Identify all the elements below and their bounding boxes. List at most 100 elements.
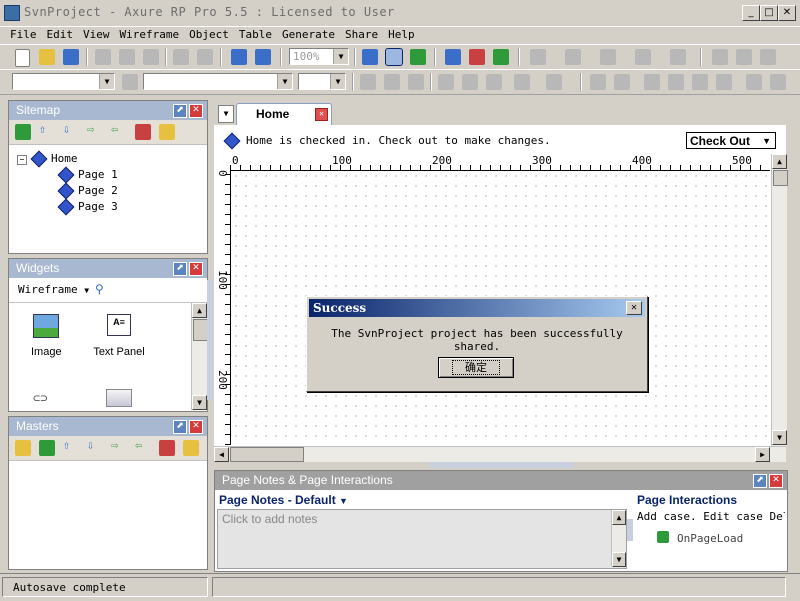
close-panel-icon[interactable]: ✕ (189, 104, 203, 118)
order-icon[interactable] (692, 74, 708, 90)
style-select[interactable]: ▼ (12, 73, 115, 90)
cut-icon[interactable] (95, 49, 111, 65)
dialog-ok-button[interactable]: 确定 (438, 357, 514, 378)
menu-wireframe[interactable]: Wireframe (115, 26, 185, 44)
maximize-button[interactable]: □ (760, 5, 778, 21)
menu-object[interactable]: Object (184, 26, 234, 44)
generate-icon[interactable] (255, 49, 271, 65)
bring-front-icon[interactable] (445, 49, 461, 65)
hyperlink-widget-icon[interactable]: ⊂⊃ (33, 391, 47, 405)
binoculars-icon[interactable]: ⚲ (95, 282, 104, 296)
send-back-icon[interactable] (469, 49, 485, 65)
scroll-right-icon[interactable]: ▶ (755, 447, 770, 462)
italic-icon[interactable] (384, 74, 400, 90)
notes-textarea[interactable]: Click to add notes ▲ ▼ (217, 509, 627, 569)
lock-icon[interactable] (746, 74, 762, 90)
connector-icon[interactable] (410, 49, 426, 65)
indent-icon[interactable]: ⇨ (111, 438, 127, 454)
widget-library-select[interactable]: Wireframe ▼ (18, 283, 89, 296)
fill-color-icon[interactable] (530, 49, 546, 65)
scroll-up-icon[interactable]: ▲ (612, 510, 626, 525)
menu-share[interactable]: Share (340, 26, 383, 44)
scroll-thumb[interactable] (230, 447, 304, 462)
text-color-icon[interactable] (546, 74, 562, 90)
close-panel-icon[interactable]: ✕ (189, 420, 203, 434)
menu-help[interactable]: Help (383, 26, 420, 44)
add-master-icon[interactable] (39, 440, 55, 456)
open-folder-icon[interactable] (39, 49, 55, 65)
distribute-icon[interactable] (614, 74, 630, 90)
scroll-up-icon[interactable]: ▲ (192, 303, 207, 318)
outdent-icon[interactable]: ⇦ (111, 122, 127, 138)
close-tab-icon[interactable]: ✕ (315, 108, 328, 121)
menu-edit[interactable]: Edit (42, 26, 79, 44)
notes-scrollbar[interactable]: ▲ ▼ (611, 510, 626, 567)
align-left-icon[interactable] (438, 74, 454, 90)
splitter-handle[interactable] (627, 519, 633, 541)
arrow-style-icon[interactable] (670, 49, 686, 65)
folder-icon[interactable] (15, 440, 31, 456)
canvas-hscroll[interactable]: ◀ ▶ (214, 446, 786, 462)
redo-icon[interactable] (197, 49, 213, 65)
dialog-close-icon[interactable]: ✕ (626, 301, 642, 315)
menu-view[interactable]: View (78, 26, 115, 44)
scroll-down-icon[interactable]: ▼ (612, 552, 626, 567)
tree-page[interactable]: Page 1 (57, 166, 118, 184)
tab-list-dropdown[interactable]: ▼ (218, 105, 234, 123)
layout-icon[interactable] (712, 49, 728, 65)
widgets-scrollbar[interactable]: ▲ ▼ (191, 303, 208, 410)
float-panel-icon[interactable]: ⬈ (173, 420, 187, 434)
scroll-down-icon[interactable]: ▼ (192, 395, 207, 410)
canvas-vscroll[interactable]: ▲ ▼ (771, 154, 788, 446)
select-intersect-icon[interactable] (362, 49, 378, 65)
align-objects-icon[interactable] (590, 74, 606, 90)
font-size-select[interactable]: ▼ (298, 73, 346, 90)
scroll-left-icon[interactable]: ◀ (214, 447, 229, 462)
scroll-down-icon[interactable]: ▼ (772, 430, 787, 445)
tree-page[interactable]: Page 2 (57, 182, 118, 200)
tree-page[interactable]: Page 3 (57, 198, 118, 216)
publish-icon[interactable] (231, 49, 247, 65)
interactions-links[interactable]: Add case. Edit case Delet (637, 510, 785, 523)
move-down-icon[interactable]: ⇩ (87, 438, 103, 454)
move-up-icon[interactable]: ⇧ (39, 122, 55, 138)
scroll-up-icon[interactable]: ▲ (772, 154, 787, 169)
line-color-icon[interactable] (565, 49, 581, 65)
onpageload-event[interactable]: OnPageLoad (677, 532, 743, 545)
order-icon[interactable] (668, 74, 684, 90)
move-up-icon[interactable]: ⇧ (63, 438, 79, 454)
align-center-icon[interactable] (462, 74, 478, 90)
font-family-select[interactable]: ▼ (143, 73, 293, 90)
collapse-icon[interactable]: − (17, 155, 27, 165)
order-icon[interactable] (644, 74, 660, 90)
edit-master-icon[interactable] (183, 440, 199, 456)
delete-master-icon[interactable] (159, 440, 175, 456)
splitter-handle[interactable] (430, 462, 574, 468)
layout-icon[interactable] (760, 49, 776, 65)
notes-field-select[interactable]: Page Notes - Default ▼ (219, 493, 348, 507)
menu-table[interactable]: Table (234, 26, 277, 44)
format-painter-icon[interactable] (122, 74, 138, 90)
float-panel-icon[interactable]: ⬈ (173, 104, 187, 118)
minimize-button[interactable]: _ (742, 5, 760, 21)
align-right-icon[interactable] (486, 74, 502, 90)
new-file-icon[interactable] (15, 49, 30, 67)
bullets-icon[interactable] (514, 74, 530, 90)
zoom-select[interactable]: 100% ▼ (289, 48, 349, 65)
copy-icon[interactable] (119, 49, 135, 65)
close-window-button[interactable]: ✕ (778, 5, 796, 21)
group-icon[interactable] (493, 49, 509, 65)
tab-home[interactable]: Home ✕ (236, 103, 332, 125)
close-panel-icon[interactable]: ✕ (769, 474, 783, 488)
select-contained-icon[interactable] (385, 48, 403, 66)
indent-icon[interactable]: ⇨ (87, 122, 103, 138)
bold-icon[interactable] (360, 74, 376, 90)
menu-file[interactable]: File (0, 26, 42, 44)
order-icon[interactable] (716, 74, 732, 90)
scroll-thumb[interactable] (193, 319, 208, 341)
widget-image[interactable]: Image (31, 314, 62, 358)
checkout-select[interactable]: Check Out ▼ (686, 132, 776, 149)
outdent-icon[interactable]: ⇦ (135, 438, 151, 454)
button-widget-icon[interactable] (106, 389, 132, 407)
menu-generate[interactable]: Generate (277, 26, 340, 44)
